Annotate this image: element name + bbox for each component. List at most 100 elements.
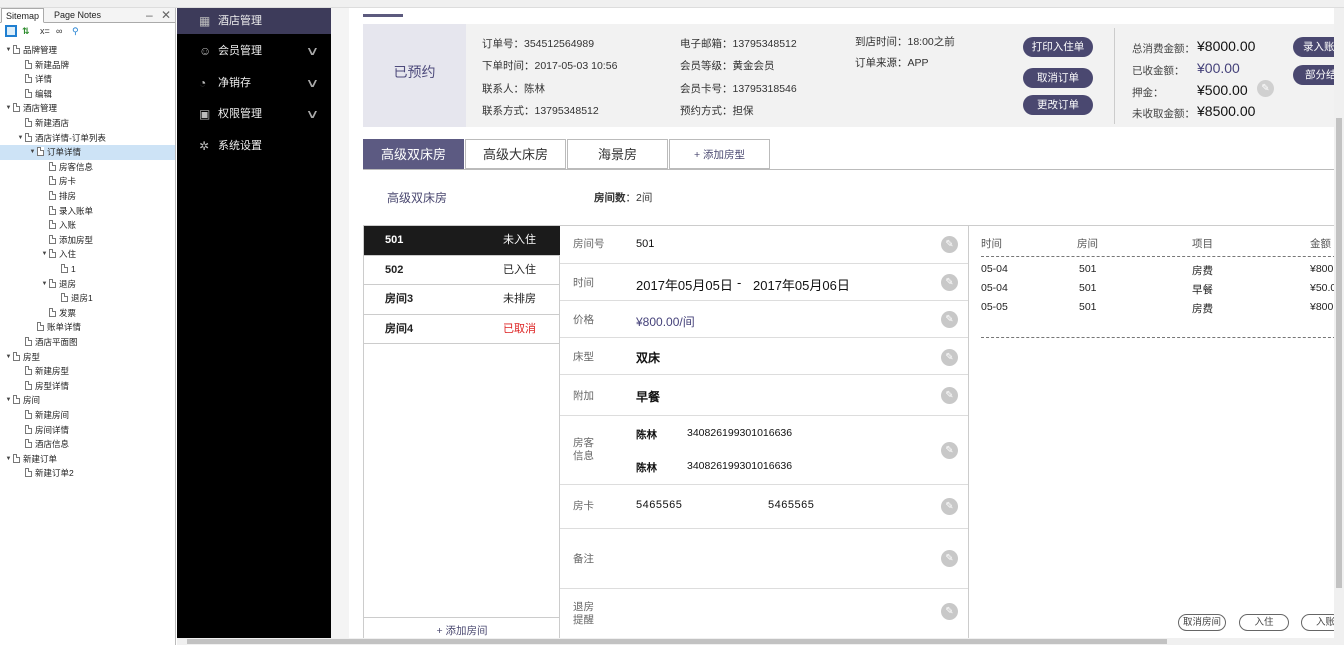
chevron-down-icon[interactable]: ∨ (306, 70, 320, 96)
sitemap-node[interactable]: 新建酒店 (0, 116, 175, 131)
expand-toggle-icon[interactable]: ▼ (4, 452, 13, 467)
search-icon[interactable]: ⚲ (72, 25, 79, 37)
page-icon (49, 176, 56, 186)
sitemap-node[interactable]: ▼ 房间 (0, 393, 175, 408)
room-list-item[interactable]: 房间4 已取消 (364, 315, 560, 344)
nav-item[interactable]: ◔ 净销存 ∨ (177, 70, 331, 96)
expand-toggle-icon[interactable]: ▼ (40, 247, 49, 262)
sitemap-node[interactable]: 房卡 (0, 174, 175, 189)
cancel-order-button[interactable]: 取消订单 (1023, 68, 1093, 88)
vertical-scroll-thumb[interactable] (1336, 118, 1342, 588)
print-checkin-button[interactable]: 打印入住单 (1023, 37, 1093, 57)
sitemap-node[interactable]: 添加房型 (0, 233, 175, 248)
edit-bed-icon[interactable]: ✎ (941, 349, 958, 366)
expand-toggle-icon[interactable]: ▼ (4, 350, 13, 365)
ledger-cell-amount: ¥800. (1310, 263, 1334, 275)
sitemap-node[interactable]: ▼ 酒店详情-订单列表 (0, 131, 175, 146)
minimize-icon[interactable]: – (146, 8, 153, 22)
room-list-item[interactable]: 502 已入住 (364, 256, 560, 285)
expand-toggle-icon[interactable]: ▼ (4, 101, 13, 116)
sitemap-node[interactable]: 账单详情 (0, 320, 175, 335)
checkin-button[interactable]: 入住 (1239, 614, 1289, 631)
expand-toggle-icon[interactable]: ▼ (28, 145, 37, 160)
sitemap-node[interactable]: 1 (0, 262, 175, 277)
sitemap-node[interactable]: 新建房间 (0, 408, 175, 423)
link-icon[interactable]: ∞ (56, 25, 62, 37)
sitemap-node[interactable]: 退房1 (0, 291, 175, 306)
expand-toggle-icon[interactable]: ▼ (40, 277, 49, 292)
sitemap-node[interactable]: 房客信息 (0, 160, 175, 175)
post-bill-button[interactable]: 入账 (1301, 614, 1334, 631)
tab-room-type-twin[interactable]: 高级双床房 (363, 139, 464, 169)
nav-item[interactable]: ▦ 酒店管理 (177, 8, 331, 34)
horizontal-scrollbar[interactable] (177, 638, 1344, 645)
horizontal-scroll-thumb[interactable] (187, 639, 1167, 644)
variables-icon[interactable]: x= (40, 25, 50, 37)
nav-item[interactable]: ▣ 权限管理 ∨ (177, 101, 331, 127)
edit-card-icon[interactable]: ✎ (941, 498, 958, 515)
sitemap-node[interactable]: 录入账单 (0, 204, 175, 219)
expand-toggle-icon[interactable]: ▼ (16, 131, 25, 146)
edit-extra-icon[interactable]: ✎ (941, 387, 958, 404)
sitemap-node[interactable]: 编辑 (0, 87, 175, 102)
sitemap-node[interactable]: ▼ 订单详情 (0, 145, 175, 160)
close-icon[interactable]: ✕ (161, 8, 171, 22)
tab-room-type-king[interactable]: 高级大床房 (465, 139, 566, 169)
sitemap-node[interactable]: 新建品牌 (0, 58, 175, 73)
sitemap-node[interactable]: 排房 (0, 189, 175, 204)
ledger-cell-item: 早餐 (1192, 284, 1213, 296)
sitemap-node-label: 订单详情 (47, 147, 82, 158)
order-number: 订单号：354512564989 (482, 38, 595, 50)
ledger-cell-room: 501 (1079, 282, 1097, 294)
add-room-type-button[interactable]: + 添加房型 (669, 139, 770, 169)
sitemap-node[interactable]: 新建房型 (0, 364, 175, 379)
vertical-scrollbar[interactable] (1334, 8, 1344, 638)
edit-time-icon[interactable]: ✎ (941, 274, 958, 291)
sitemap-node[interactable]: ▼ 品牌管理 (0, 43, 175, 58)
sitemap-node-label: 入账 (59, 220, 77, 231)
sitemap-node[interactable]: 房型详情 (0, 379, 175, 394)
expand-toggle-icon[interactable]: ▼ (4, 393, 13, 408)
tab-sitemap[interactable]: Sitemap (1, 8, 45, 23)
partial-settle-button[interactable]: 部分结 (1293, 65, 1334, 85)
sitemap-node[interactable]: 酒店信息 (0, 437, 175, 452)
sitemap-node[interactable]: ▼ 新建订单 (0, 452, 175, 467)
add-room-button[interactable]: + 添加房间 (364, 617, 560, 638)
room-list: 501 未入住 502 已入住 房间3 未排房 房间4 已取消 + 添加房间 (363, 226, 560, 638)
tab-page-notes[interactable]: Page Notes (50, 8, 105, 23)
add-folder-icon[interactable]: ⇅ (22, 25, 30, 37)
sitemap-node[interactable]: ▼ 入住 (0, 247, 175, 262)
expand-toggle-icon[interactable]: ▼ (4, 43, 13, 58)
sitemap-node-label: 新建品牌 (35, 59, 70, 70)
nav-item[interactable]: ☺ 会员管理 ∨ (177, 38, 331, 64)
edit-remark-icon[interactable]: ✎ (941, 550, 958, 567)
ledger-header-amount: 金额 (1310, 238, 1331, 250)
nav-item-label: 净销存 (218, 77, 251, 89)
edit-deposit-icon[interactable]: ✎ (1257, 80, 1274, 97)
page-icon (25, 410, 32, 419)
sitemap-node[interactable]: 酒店平面图 (0, 335, 175, 350)
sitemap-node[interactable]: 入账 (0, 218, 175, 233)
tab-room-type-seaview[interactable]: 海景房 (567, 139, 668, 169)
record-bill-button[interactable]: 录入账 (1293, 37, 1334, 57)
room-list-item[interactable]: 房间3 未排房 (364, 285, 560, 315)
sitemap-panel: Sitemap Page Notes – ✕ ⇅ x= ∞ ⚲ ▼ 品牌管理 新建品… (0, 8, 176, 645)
room-list-item[interactable]: 501 未入住 (364, 226, 560, 256)
change-order-button[interactable]: 更改订单 (1023, 95, 1093, 115)
nav-item[interactable]: ✲ 系统设置 (177, 133, 331, 159)
chevron-down-icon[interactable]: ∨ (306, 101, 320, 127)
edit-guests-icon[interactable]: ✎ (941, 442, 958, 459)
sitemap-node[interactable]: ▼ 房型 (0, 350, 175, 365)
edit-room-no-icon[interactable]: ✎ (941, 236, 958, 253)
edit-checkout-reminder-icon[interactable]: ✎ (941, 603, 958, 620)
chevron-down-icon[interactable]: ∨ (306, 38, 320, 64)
sitemap-node[interactable]: 房间详情 (0, 423, 175, 438)
add-page-icon[interactable] (5, 25, 17, 37)
sitemap-node[interactable]: ▼ 酒店管理 (0, 101, 175, 116)
sitemap-node[interactable]: 详情 (0, 72, 175, 87)
cancel-room-button[interactable]: 取消房间 (1178, 614, 1226, 631)
sitemap-node[interactable]: 发票 (0, 306, 175, 321)
sitemap-node[interactable]: 新建订单2 (0, 466, 175, 481)
edit-price-icon[interactable]: ✎ (941, 311, 958, 328)
sitemap-node[interactable]: ▼ 退房 (0, 277, 175, 292)
